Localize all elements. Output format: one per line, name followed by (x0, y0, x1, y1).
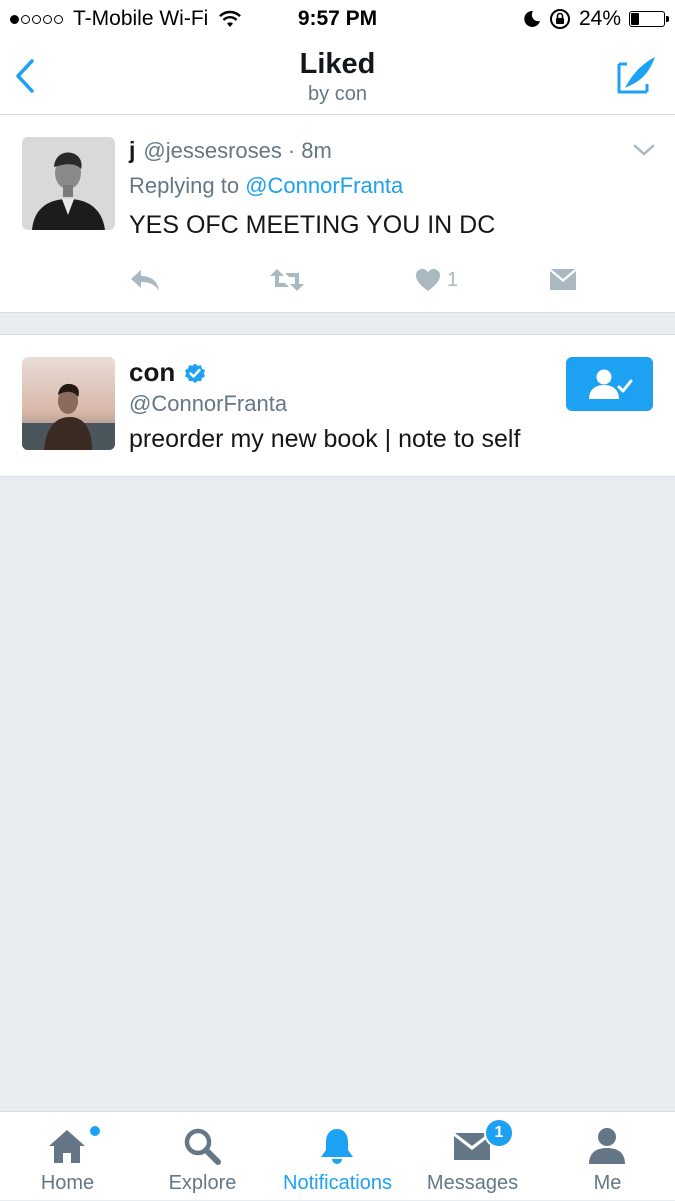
replying-to: Replying to @ConnorFranta (129, 173, 403, 199)
nav-bar: Liked by con (0, 40, 675, 115)
tab-home[interactable]: Home (0, 1112, 135, 1201)
home-icon (49, 1130, 85, 1163)
verified-badge-icon (185, 363, 206, 383)
user-handle[interactable]: @ConnorFranta (129, 391, 287, 417)
direct-message-icon (550, 269, 576, 290)
tweet-actions: 1 (129, 265, 589, 295)
battery-percent: 24% (578, 7, 621, 30)
home-new-dot (88, 1124, 102, 1138)
retweet-icon (270, 269, 304, 291)
tab-label: Home (40, 1172, 95, 1194)
replying-to-label: Replying to (129, 173, 240, 198)
tweet-separator: · (287, 138, 296, 163)
tab-explore[interactable]: Explore (135, 1112, 270, 1201)
like-count: 1 (447, 268, 459, 291)
tweet-header: j @jessesroses · 8m (129, 137, 332, 164)
status-right: 24% (515, 7, 669, 31)
tweet-timestamp: 8m (301, 138, 332, 163)
direct-message-button[interactable] (549, 265, 577, 295)
retweet-button[interactable] (269, 265, 305, 295)
compose-tweet-icon[interactable] (615, 54, 657, 96)
status-bar: T-Mobile Wi-Fi 9:57 PM 24% (0, 0, 675, 40)
reply-icon (131, 270, 159, 291)
tweet-text: YES OFC MEETING YOU IN DC (129, 211, 496, 239)
like-button[interactable]: 1 (415, 265, 458, 295)
tab-label: Me (593, 1172, 622, 1194)
tab-me[interactable]: Me (540, 1112, 675, 1201)
person-icon (589, 1128, 625, 1164)
heart-icon (416, 269, 440, 291)
avatar[interactable] (22, 357, 115, 450)
page-title: Liked (299, 48, 376, 80)
tweet-card[interactable]: j @jessesroses · 8m Replying to @ConnorF… (0, 115, 675, 313)
following-button[interactable] (566, 357, 653, 411)
tab-notifications[interactable]: Notifications (270, 1112, 405, 1201)
search-icon (184, 1128, 221, 1165)
rotation-lock-icon (549, 9, 570, 29)
user-name-row: con (129, 357, 207, 388)
chevron-down-icon[interactable] (633, 143, 655, 157)
replying-to-handle[interactable]: @ConnorFranta (245, 173, 403, 198)
user-bio: preorder my new book | note to self (129, 425, 521, 453)
tweet-author-name[interactable]: j (129, 137, 135, 164)
user-card[interactable]: con @ConnorFranta preorder my new book |… (0, 334, 675, 477)
tab-messages[interactable]: 1 Messages (405, 1112, 540, 1201)
reply-button[interactable] (129, 265, 161, 295)
tab-label: Messages (426, 1172, 519, 1194)
tweet-author-handle[interactable]: @jessesroses (143, 138, 282, 164)
bell-icon (321, 1129, 353, 1164)
messages-badge: 1 (484, 1118, 514, 1148)
page-subtitle: by con (308, 83, 367, 105)
avatar[interactable] (22, 137, 115, 230)
tab-bar: Home Explore Notifications 1 Messages Me (0, 1111, 675, 1200)
user-display-name[interactable]: con (129, 357, 175, 388)
tab-label: Explore (168, 1172, 237, 1194)
battery-icon (629, 11, 669, 27)
following-user-icon (588, 369, 632, 399)
tab-label: Notifications (283, 1172, 392, 1194)
moon-icon (524, 10, 540, 27)
